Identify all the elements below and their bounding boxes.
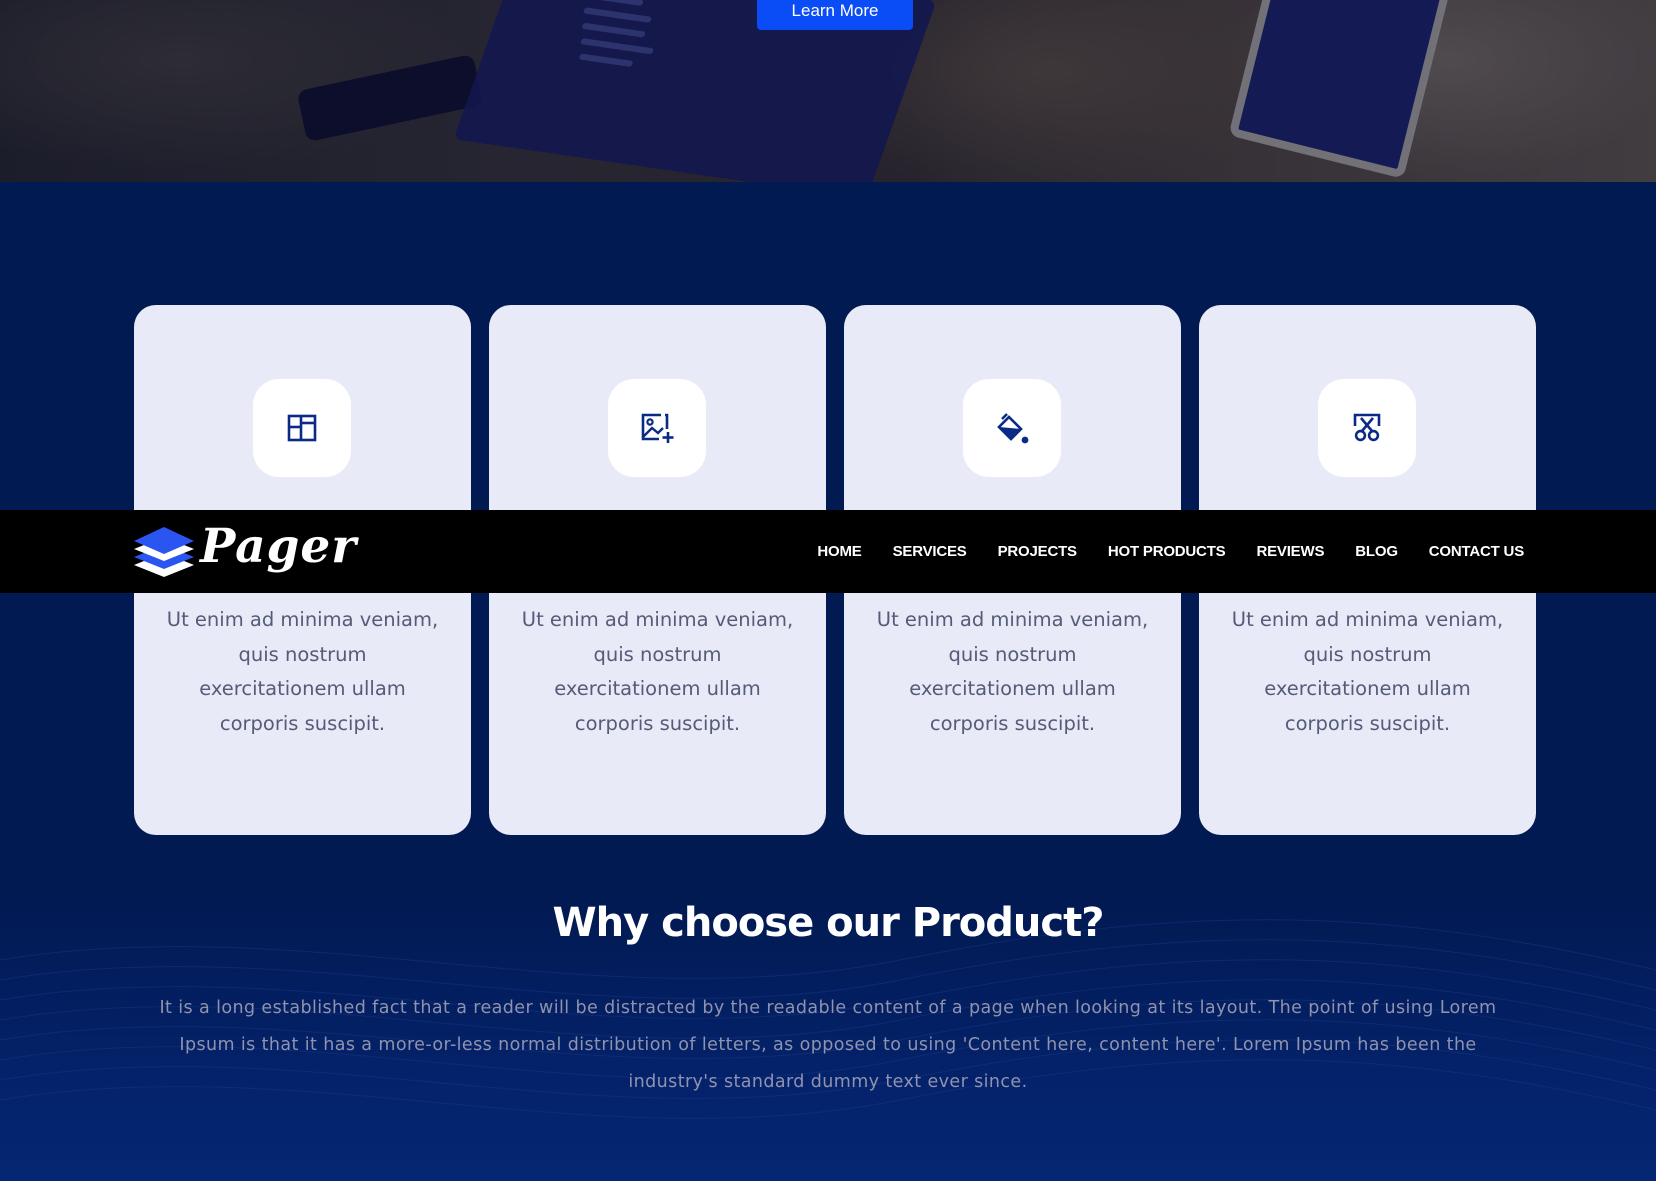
- feature-description: Ut enim ad minima veniam, quis nostrum e…: [521, 608, 794, 735]
- nav-services[interactable]: SERVICES: [893, 543, 967, 560]
- feature-icon-box: [963, 379, 1061, 477]
- paint-bucket-icon: [997, 413, 1029, 444]
- feature-description: Ut enim ad minima veniam, quis nostrum e…: [876, 608, 1149, 735]
- why-section-text: It is a long established fact that a rea…: [159, 998, 1497, 1092]
- nav-home[interactable]: HOME: [817, 543, 861, 560]
- logo-text: Pager: [200, 519, 358, 574]
- scissors-icon: [1353, 413, 1381, 442]
- navbar: Pager HOME SERVICES PROJECTS HOT PRODUCT…: [0, 510, 1656, 593]
- feature-description: Ut enim ad minima veniam, quis nostrum e…: [166, 608, 439, 735]
- nav-reviews[interactable]: REVIEWS: [1256, 543, 1324, 560]
- main-nav: HOME SERVICES PROJECTS HOT PRODUCTS REVI…: [786, 510, 1524, 593]
- why-section-title: Why choose our Product?: [552, 900, 1105, 946]
- learn-more-button[interactable]: Learn More: [757, 0, 913, 30]
- add-image-icon: [641, 413, 674, 443]
- logo[interactable]: Pager: [132, 519, 356, 583]
- nav-projects[interactable]: PROJECTS: [998, 543, 1077, 560]
- feature-description: Ut enim ad minima veniam, quis nostrum e…: [1231, 608, 1504, 735]
- feature-icon-box: [253, 379, 351, 477]
- feature-icon-box: [1318, 379, 1416, 477]
- layout-icon: [287, 414, 317, 442]
- nav-blog[interactable]: BLOG: [1355, 543, 1398, 560]
- nav-hot-products[interactable]: HOT PRODUCTS: [1108, 543, 1226, 560]
- page: Learn More Ut enim ad minima veniam, qui…: [0, 0, 1656, 1181]
- layers-logo-icon: [134, 527, 194, 577]
- feature-icon-box: [608, 379, 706, 477]
- hero-banner: Learn More: [0, 0, 1656, 182]
- nav-contact-us[interactable]: CONTACT US: [1429, 543, 1524, 560]
